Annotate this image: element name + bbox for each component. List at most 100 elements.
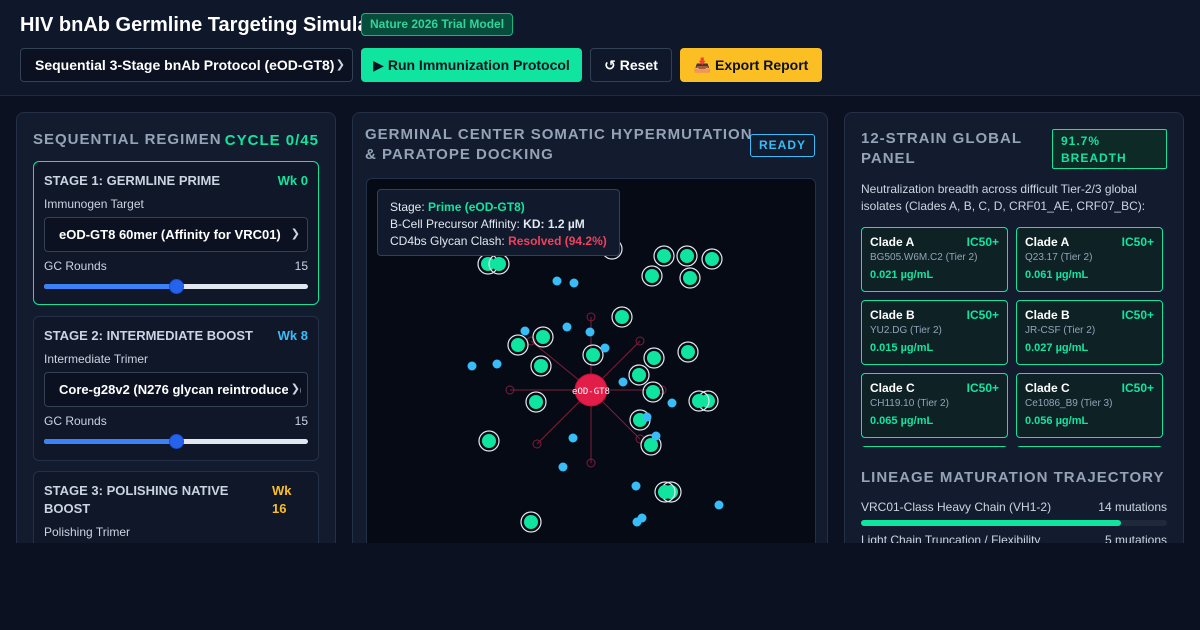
strain-name: BG505.W6M.C2 (Tier 2)	[870, 252, 978, 263]
slider-thumb[interactable]	[169, 279, 184, 294]
strain-panel-heading: 12-Strain Global Panel	[861, 130, 1022, 167]
strain-value: 0.015 µg/mL	[870, 342, 934, 354]
tooltip-clash-row: CD4bs Glycan Clash: Resolved (94.2%)	[390, 233, 607, 250]
antibody-particle	[714, 500, 724, 510]
chevron-down-icon: ❯	[335, 59, 345, 71]
stage-week: Wk 0	[277, 173, 308, 188]
b-cell	[482, 434, 496, 448]
gc-rounds-slider[interactable]	[44, 434, 308, 449]
strain-ic50: IC50+	[1121, 235, 1154, 249]
strain-name: Q23.17 (Tier 2)	[1025, 252, 1093, 263]
regimen-heading: Sequential Regimen	[33, 131, 222, 148]
stage-card-3[interactable]: STAGE 3: POLISHING NATIVE BOOST Wk 16 Po…	[33, 471, 319, 551]
chevron-down-icon: ❯	[287, 218, 300, 251]
antibody-particle	[642, 412, 652, 422]
reset-button[interactable]: ↺ Reset	[590, 48, 672, 82]
strain-name: YU2.DG (Tier 2)	[870, 325, 942, 336]
stage-target-label: Intermediate Trimer	[44, 352, 149, 366]
antibody-particle	[558, 462, 568, 472]
antibody-particle	[585, 327, 595, 337]
strain-card[interactable]: Clade C IC50+ CH119.10 (Tier 2) 0.065 µg…	[861, 373, 1008, 438]
antibody-particle	[651, 431, 661, 441]
strain-clade: Clade A	[870, 235, 915, 249]
b-cell	[536, 330, 550, 344]
panel-description: Neutralization breadth across difficult …	[861, 182, 1146, 213]
stage-target-label: Immunogen Target	[44, 197, 144, 211]
b-cell	[534, 359, 548, 373]
b-cell	[511, 338, 525, 352]
strain-card[interactable]: Clade A IC50+ BG505.W6M.C2 (Tier 2) 0.02…	[861, 227, 1008, 292]
b-cell	[529, 395, 543, 409]
germinal-center-canvas[interactable]: eOD-GT8 Stage: Prime (eOD-GT8) B-Cell Pr…	[366, 178, 816, 551]
protocol-select-value: Sequential 3-Stage bnAb Protocol (eOD-GT…	[35, 57, 335, 73]
simulation-panel: Germinal Center Somatic Hypermutation & …	[352, 112, 828, 552]
gc-rounds-slider[interactable]	[44, 279, 308, 294]
trimer-select-value: Core-g28v2 (N276 glycan reintroduced)	[59, 382, 302, 397]
gc-rounds-value: 15	[294, 414, 308, 428]
strain-value: 0.056 µg/mL	[1025, 415, 1089, 427]
antibody-particle	[618, 377, 628, 387]
immunogen-select[interactable]: eOD-GT8 60mer (Affinity for VRC01) ❯	[44, 217, 308, 252]
stage-card-1[interactable]: STAGE 1: GERMLINE PRIME Wk 0 Immunogen T…	[33, 161, 319, 305]
antibody-particle	[568, 433, 578, 443]
b-cell	[705, 252, 719, 266]
b-cell	[680, 249, 694, 263]
gc-rounds-label: GC Rounds	[44, 414, 107, 428]
protocol-select[interactable]: Sequential 3-Stage bnAb Protocol (eOD-GT…	[20, 48, 353, 82]
tooltip-stage-row: Stage: Prime (eOD-GT8)	[390, 199, 607, 216]
antibody-particle	[667, 398, 677, 408]
strain-card[interactable]: Clade B IC50+ JR-CSF (Tier 2) 0.027 µg/m…	[1016, 300, 1163, 365]
strain-clade: Clade B	[1025, 308, 1070, 322]
top-bar: HIV bnAb Germline Targeting Simulator Na…	[0, 0, 1200, 96]
strain-name: CH119.10 (Tier 2)	[870, 398, 949, 409]
lineage-progress-fill	[861, 520, 1122, 526]
lineage-progress-bar	[861, 520, 1167, 526]
lineage-item-value: 14 mutations	[1098, 500, 1167, 514]
antibody-particle	[632, 517, 642, 527]
gc-rounds-value: 15	[294, 259, 308, 273]
status-badge: READY	[749, 134, 815, 157]
immunogen-select-value: eOD-GT8 60mer (Affinity for VRC01)	[59, 227, 281, 242]
strain-card[interactable]: Clade C IC50+ Ce1086_B9 (Tier 3) 0.056 µ…	[1016, 373, 1163, 438]
strain-grid: Clade A IC50+ BG505.W6M.C2 (Tier 2) 0.02…	[861, 227, 1167, 447]
antibody-particle	[600, 343, 610, 353]
slider-thumb[interactable]	[169, 434, 184, 449]
strain-card[interactable]	[1016, 446, 1163, 447]
strain-card[interactable]	[861, 446, 1008, 447]
slider-fill	[44, 439, 176, 444]
stage-title: STAGE 2: INTERMEDIATE BOOST	[44, 328, 253, 343]
strain-value: 0.065 µg/mL	[870, 415, 934, 427]
antibody-particle	[520, 326, 530, 336]
strain-card[interactable]: Clade B IC50+ YU2.DG (Tier 2) 0.015 µg/m…	[861, 300, 1008, 365]
strain-panel: 12-Strain Global Panel 91.7% BREADTH Neu…	[844, 112, 1184, 552]
strain-ic50: IC50+	[1121, 381, 1154, 395]
antibody-particle	[552, 276, 562, 286]
antigen-label: eOD-GT8	[572, 387, 610, 397]
tooltip-stage-label: Stage:	[390, 200, 425, 214]
b-cell	[645, 269, 659, 283]
strain-value: 0.061 µg/mL	[1025, 269, 1089, 281]
simulation-heading: Germinal Center Somatic Hypermutation & …	[365, 126, 753, 163]
trimer-select[interactable]: Core-g28v2 (N276 glycan reintroduced) ❯	[44, 372, 308, 407]
b-cell	[632, 368, 646, 382]
stage-target-label: Polishing Trimer	[44, 525, 131, 539]
stage-title: STAGE 3: POLISHING NATIVE BOOST	[44, 483, 229, 516]
model-badge: Nature 2026 Trial Model	[361, 13, 514, 36]
antibody-particle	[631, 481, 641, 491]
lineage-heading: Lineage Maturation Trajectory	[861, 469, 1165, 486]
regimen-panel: Sequential Regimen CYCLE 0/45 STAGE 1: G…	[16, 112, 336, 552]
strain-card[interactable]: Clade A IC50+ Q23.17 (Tier 2) 0.061 µg/m…	[1016, 227, 1163, 292]
stage-card-2[interactable]: STAGE 2: INTERMEDIATE BOOST Wk 8 Interme…	[33, 316, 319, 461]
b-cell	[647, 351, 661, 365]
antibody-particle	[562, 322, 572, 332]
strain-value: 0.027 µg/mL	[1025, 342, 1089, 354]
export-report-button[interactable]: 📥 Export Report	[680, 48, 822, 82]
b-cell	[657, 249, 671, 263]
strain-clade: Clade C	[870, 381, 915, 395]
b-cell	[692, 394, 706, 408]
run-protocol-button[interactable]: ▶ Run Immunization Protocol	[361, 48, 582, 82]
tooltip-affinity-label: B-Cell Precursor Affinity:	[390, 217, 520, 231]
cycle-counter: CYCLE 0/45	[224, 132, 319, 149]
tooltip-stage-value: Prime (eOD-GT8)	[428, 200, 525, 214]
b-cell	[683, 271, 697, 285]
